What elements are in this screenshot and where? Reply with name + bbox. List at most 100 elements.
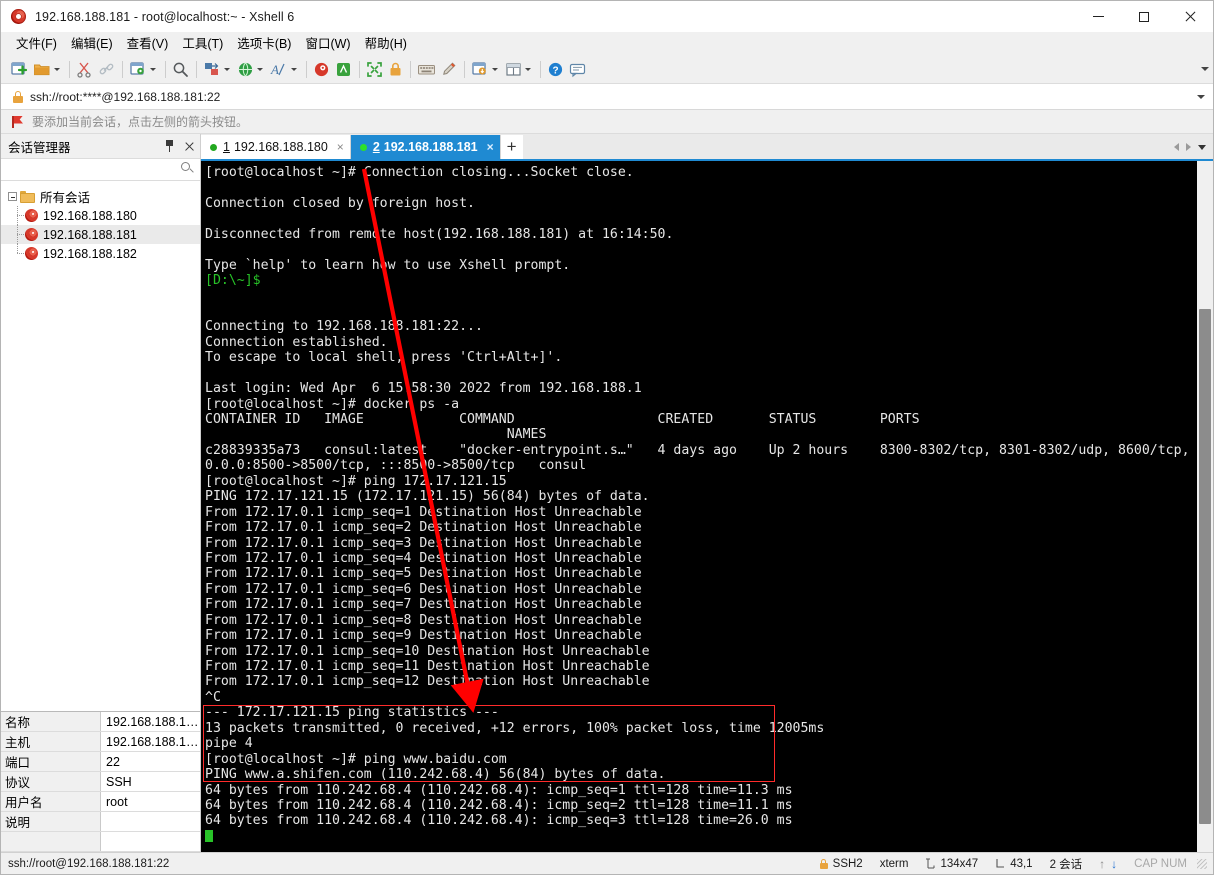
terminal-line: NAMES: [205, 427, 547, 443]
session-search-input[interactable]: [5, 160, 169, 179]
session-tree: 所有会话 192.168.188.180 192.168.188.181 192…: [1, 181, 200, 711]
property-value: [101, 812, 200, 831]
sidebar-item-session-180[interactable]: 192.168.188.180: [1, 206, 200, 225]
pin-icon[interactable]: [164, 140, 175, 152]
collapse-icon[interactable]: [8, 192, 17, 201]
session-manager-title: 会话管理器: [8, 140, 71, 155]
transfer-icon[interactable]: [201, 57, 234, 81]
menu-tabs[interactable]: 选项卡(B): [230, 34, 298, 54]
terminal-output[interactable]: [root@localhost ~]# Connection closing..…: [201, 161, 1196, 852]
terminal-line: From 172.17.0.1 icmp_seq=6 Destination H…: [205, 581, 642, 597]
tree-root-all-sessions[interactable]: 所有会话: [1, 187, 200, 206]
menu-edit[interactable]: 编辑(E): [64, 34, 120, 54]
property-value: [101, 832, 200, 851]
highlight-icon[interactable]: [439, 57, 459, 81]
terminal-line: From 172.17.0.1 icmp_seq=11 Destination …: [205, 659, 650, 674]
sidebar-item-session-181[interactable]: 192.168.188.181: [1, 225, 200, 244]
terminal-line: From 172.17.0.1 icmp_seq=10 Destination …: [205, 643, 650, 659]
chevron-down-icon[interactable]: [1197, 94, 1205, 99]
terminal-line: 64 bytes from 110.242.68.4 (110.242.68.4…: [205, 782, 793, 798]
lock-icon: [819, 858, 828, 869]
terminal-line: PING www.a.shifen.com (110.242.68.4) 56(…: [205, 767, 666, 783]
menu-bar: 文件(F) 编辑(E) 查看(V) 工具(T) 选项卡(B) 窗口(W) 帮助(…: [1, 33, 1213, 55]
new-session-icon[interactable]: [8, 57, 30, 81]
session-search-box[interactable]: [1, 158, 200, 181]
terminal-line: From 172.17.0.1 icmp_seq=1 Destination H…: [205, 504, 642, 520]
toolbar-separator: [196, 60, 197, 78]
xshell-icon[interactable]: [311, 57, 332, 81]
chevron-down-icon[interactable]: [525, 67, 531, 71]
terminal-line: 0.0.0:8500->8500/tcp, :::8500->8500/tcp …: [205, 458, 587, 474]
menu-help[interactable]: 帮助(H): [358, 34, 414, 54]
copy-icon[interactable]: [96, 57, 117, 81]
open-folder-icon[interactable]: [31, 57, 64, 81]
tab-close-icon[interactable]: ×: [337, 141, 344, 153]
chevron-right-icon[interactable]: [1186, 143, 1191, 151]
tree-line: [11, 225, 25, 244]
keyboard-icon[interactable]: [415, 57, 438, 81]
address-bar[interactable]: ssh://root:****@192.168.188.181:22: [1, 84, 1213, 110]
close-icon[interactable]: [184, 141, 194, 151]
table-row: 协议 SSH: [1, 772, 200, 792]
new-tab-button[interactable]: +: [500, 135, 523, 159]
chevron-down-icon[interactable]: [257, 67, 263, 71]
chevron-left-icon[interactable]: [1174, 143, 1179, 151]
chevron-down-icon[interactable]: [291, 67, 297, 71]
hint-bar: 要添加当前会话，点击左侧的箭头按钮。: [1, 110, 1213, 134]
chevron-down-icon[interactable]: [54, 67, 60, 71]
toolbar-overflow-chevron-icon[interactable]: [1201, 67, 1209, 71]
help-icon[interactable]: ?: [545, 57, 566, 81]
layout-icon[interactable]: [503, 57, 535, 81]
property-key: 主机: [1, 732, 101, 751]
tab-close-icon[interactable]: ×: [487, 141, 494, 153]
comment-icon[interactable]: [567, 57, 589, 81]
resize-grip[interactable]: [1197, 858, 1207, 869]
property-value: 192.168.188.1…: [101, 732, 200, 751]
property-key: 端口: [1, 752, 101, 771]
find-icon[interactable]: [170, 57, 191, 81]
menu-file[interactable]: 文件(F): [9, 34, 64, 54]
table-row: 说明: [1, 812, 200, 832]
terminal-line: ^C: [205, 689, 221, 705]
xftp-icon[interactable]: [333, 57, 354, 81]
lock-icon[interactable]: [386, 57, 405, 81]
menu-view[interactable]: 查看(V): [120, 34, 176, 54]
close-button[interactable]: [1167, 1, 1213, 32]
globe-icon[interactable]: [235, 57, 267, 81]
property-key: 用户名: [1, 792, 101, 811]
fullscreen-icon[interactable]: [364, 57, 385, 81]
terminal-line: [root@localhost ~]# docker ps -a: [205, 396, 460, 412]
session-icon: [25, 228, 38, 241]
window-controls: [1075, 1, 1213, 32]
terminal-line: Disconnected from remote host(192.168.18…: [205, 226, 674, 242]
chevron-down-icon[interactable]: [1198, 144, 1206, 150]
tree-line: [11, 206, 25, 225]
terminal-scrollbar[interactable]: [1196, 161, 1213, 852]
font-icon[interactable]: A: [268, 57, 301, 81]
minimize-button[interactable]: [1075, 1, 1121, 32]
chevron-down-icon[interactable]: [150, 67, 156, 71]
terminal-line: From 172.17.0.1 icmp_seq=12 Destination …: [205, 674, 650, 690]
tab-192-168-188-180[interactable]: 1 192.168.188.180 ×: [201, 135, 351, 159]
scrollbar-thumb[interactable]: [1199, 309, 1211, 824]
chevron-down-icon[interactable]: [224, 67, 230, 71]
folder-icon: [20, 190, 35, 203]
menu-tools[interactable]: 工具(T): [175, 34, 230, 54]
sidebar-item-session-182[interactable]: 192.168.188.182: [1, 244, 200, 263]
capture-icon[interactable]: [469, 57, 502, 81]
maximize-button[interactable]: [1121, 1, 1167, 32]
svg-text:A: A: [270, 62, 279, 77]
cut-icon[interactable]: [74, 57, 95, 81]
search-icon[interactable]: [181, 162, 194, 175]
terminal-line: To escape to local shell, press 'Ctrl+Al…: [205, 350, 563, 366]
tab-192-168-188-181[interactable]: 2 192.168.188.181 ×: [350, 135, 501, 159]
menu-window[interactable]: 窗口(W): [298, 34, 357, 54]
address-value[interactable]: ssh://root:****@192.168.188.181:22: [30, 90, 220, 104]
table-row: [1, 832, 200, 852]
terminal-line: From 172.17.0.1 icmp_seq=8 Destination H…: [205, 612, 642, 628]
chevron-down-icon[interactable]: [492, 67, 498, 71]
terminal-line: Connection established.: [205, 334, 388, 350]
toolbar-separator: [306, 60, 307, 78]
xshell-window: 192.168.188.181 - root@localhost:~ - Xsh…: [0, 0, 1214, 875]
properties-icon[interactable]: [127, 57, 160, 81]
